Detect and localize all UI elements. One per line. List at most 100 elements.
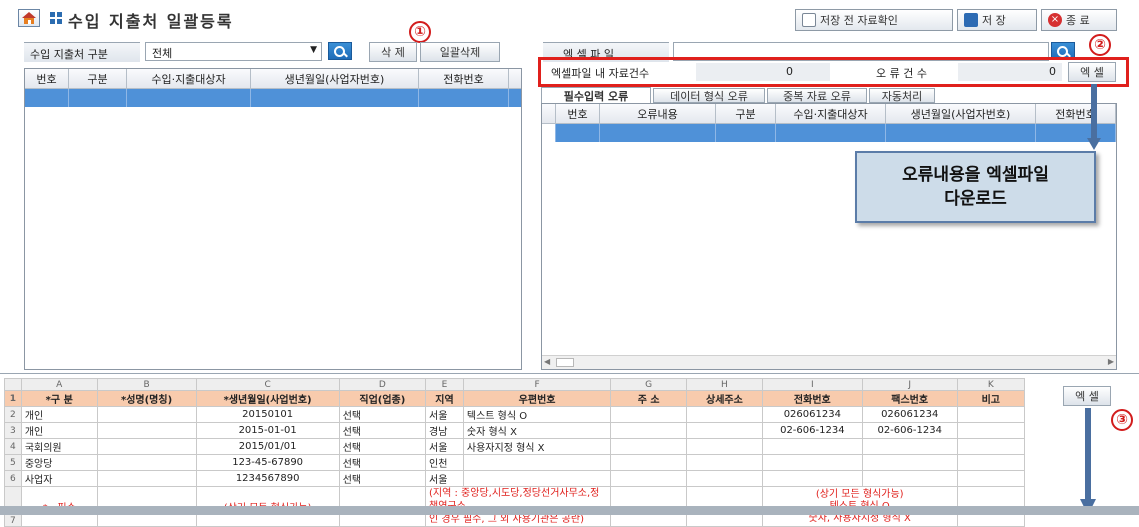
cell: 선택 (338, 438, 427, 455)
corner-cell (4, 378, 22, 391)
home-icon[interactable] (18, 9, 40, 27)
error-count-label: 오 류 건 수 (876, 67, 927, 80)
col-header[interactable]: 생년월일(사업자번호) (886, 104, 1036, 123)
cell (761, 438, 863, 455)
chevron-down-icon: ▼ (310, 45, 317, 55)
col-header[interactable]: 수입·지출대상자 (127, 69, 251, 88)
count-value-text: 0 (786, 65, 793, 78)
cell (861, 470, 958, 487)
col-letter: H (686, 378, 763, 391)
filter-select[interactable]: 전체 ▼ (145, 42, 322, 61)
cell: 1234567890 (195, 470, 340, 487)
cell (861, 454, 958, 471)
cell: 2015-01-01 (195, 422, 340, 439)
col-header[interactable]: 구분 (716, 104, 776, 123)
close-icon: × (1048, 13, 1062, 27)
col-letter: K (956, 378, 1026, 391)
delete-button[interactable]: 삭 제 (369, 42, 417, 62)
cell: 선택 (338, 422, 427, 439)
cell: 123-45-67890 (195, 454, 340, 471)
cell: 026061234 (761, 406, 863, 423)
cell: 중앙당 (20, 454, 98, 471)
sample-sheet: A B C D E F G H I J K 1 *구 분 *성명(명칭) *생년… (4, 378, 1026, 527)
marker-1: ① (409, 21, 431, 43)
divider (0, 373, 1139, 374)
cell: 02-606-1234 (861, 422, 958, 439)
filter-search-icon[interactable] (328, 42, 352, 60)
row-number: 1 (4, 390, 22, 407)
row-number: 4 (4, 438, 22, 455)
col-letter: G (610, 378, 688, 391)
cell: 선택 (338, 470, 427, 487)
left-grid: 번호 구분 수입·지출대상자 생년월일(사업자번호) 전화번호 (24, 68, 522, 370)
close-button[interactable]: × 종 료 (1041, 9, 1117, 31)
table-row: 4 국회의원 2015/01/01 선택 서울 사용자지정 형식 X (4, 438, 1026, 455)
table-row-selected[interactable] (25, 89, 521, 107)
table-row-selected[interactable] (542, 124, 1116, 142)
sheet-header-cell: 우편번호 (462, 390, 612, 407)
col-header[interactable]: 번호 (556, 104, 600, 123)
table-row: 2 개인 20150101 선택 서울 텍스트 형식 O 026061234 0… (4, 406, 1026, 423)
excel-download-button[interactable]: 엑 셀 (1068, 62, 1116, 82)
sample-excel-button[interactable]: 엑 셀 (1063, 386, 1111, 406)
right-grid-header: 번호 오류내용 구분 수입·지출대상자 생년월일(사업자번호) 전화번호 (542, 104, 1116, 124)
scroll-left-icon[interactable]: ◀ (544, 357, 550, 366)
arrow-down-icon (1087, 84, 1101, 150)
filter-label-tab: 수입 지출처 구분 (24, 42, 140, 62)
scroll-right-icon[interactable]: ▶ (1108, 357, 1114, 366)
marker-2: ② (1089, 34, 1111, 56)
cell: 20150101 (195, 406, 340, 423)
scroll-thumb[interactable] (556, 358, 574, 367)
col-header[interactable]: 오류내용 (600, 104, 716, 123)
tab-duplicate-error[interactable]: 중복 자료 오류 (767, 88, 867, 103)
sheet-header-cell: 팩스번호 (861, 390, 958, 407)
cell (761, 470, 863, 487)
preview-button[interactable]: 저장 전 자료확인 (795, 9, 953, 31)
magnifier-doc-icon (802, 13, 816, 27)
filter-select-value: 전체 (152, 47, 173, 60)
tab-required-error[interactable]: 필수입력 오류 (541, 87, 651, 103)
count-label: 엑셀파일 내 자료건수 (551, 67, 650, 80)
sheet-header-cell: 상세주소 (686, 390, 763, 407)
note-line: (상기 모든 형식가능) (815, 488, 904, 500)
col-letter: C (195, 378, 340, 391)
right-grid: 번호 오류내용 구분 수입·지출대상자 생년월일(사업자번호) 전화번호 ◀ ▶ (541, 103, 1117, 370)
cell: 서울 (425, 438, 464, 455)
cell: 개인 (20, 406, 98, 423)
col-header[interactable]: 전화번호 (1036, 104, 1116, 123)
tab-format-error[interactable]: 데이터 형식 오류 (653, 88, 765, 103)
preview-button-label: 저장 전 자료확인 (820, 14, 898, 27)
col-header[interactable]: 구분 (69, 69, 127, 88)
filter-label: 수입 지출처 구분 (30, 48, 108, 61)
col-letter: I (761, 378, 863, 391)
col-header[interactable]: 전화번호 (419, 69, 509, 88)
table-row: 5 중앙당 123-45-67890 선택 인천 (4, 454, 1026, 471)
col-letter: D (338, 378, 427, 391)
arrow-down-icon (1080, 408, 1096, 515)
cell: 사용자지정 형식 X (462, 438, 612, 455)
sheet-header-cell: 전화번호 (761, 390, 863, 407)
cell: 숫자 형식 X (462, 422, 612, 439)
sheet-header-cell: 지역 (425, 390, 464, 407)
cell: 026061234 (861, 406, 958, 423)
col-header[interactable]: 생년월일(사업자번호) (251, 69, 419, 88)
cell: 선택 (338, 454, 427, 471)
bottom-strip (0, 506, 1139, 515)
save-button[interactable]: 저 장 (957, 9, 1037, 31)
callout-line-2: 다운로드 (944, 189, 1007, 209)
title-bullet-icon (50, 12, 62, 24)
delete-all-button[interactable]: 일괄삭제 (420, 42, 500, 62)
cell (761, 454, 863, 471)
sheet-header-cell: 주 소 (610, 390, 688, 407)
cell: 국회의원 (20, 438, 98, 455)
callout-line-1: 오류내용을 엑셀파일 (902, 165, 1049, 185)
table-row: 3 개인 2015-01-01 선택 경남 숫자 형식 X 02-606-123… (4, 422, 1026, 439)
save-button-label: 저 장 (982, 14, 1006, 27)
horizontal-scrollbar[interactable]: ◀ ▶ (542, 355, 1116, 369)
sheet-header-row: 1 *구 분 *성명(명칭) *생년월일(사업번호) 직업(업종) 지역 우편번… (4, 390, 1026, 407)
col-header[interactable]: 번호 (25, 69, 69, 88)
sheet-header-cell: *성명(명칭) (96, 390, 197, 407)
tab-auto-process[interactable]: 자동처리 (869, 88, 935, 103)
cell: 서울 (425, 406, 464, 423)
col-header[interactable]: 수입·지출대상자 (776, 104, 886, 123)
